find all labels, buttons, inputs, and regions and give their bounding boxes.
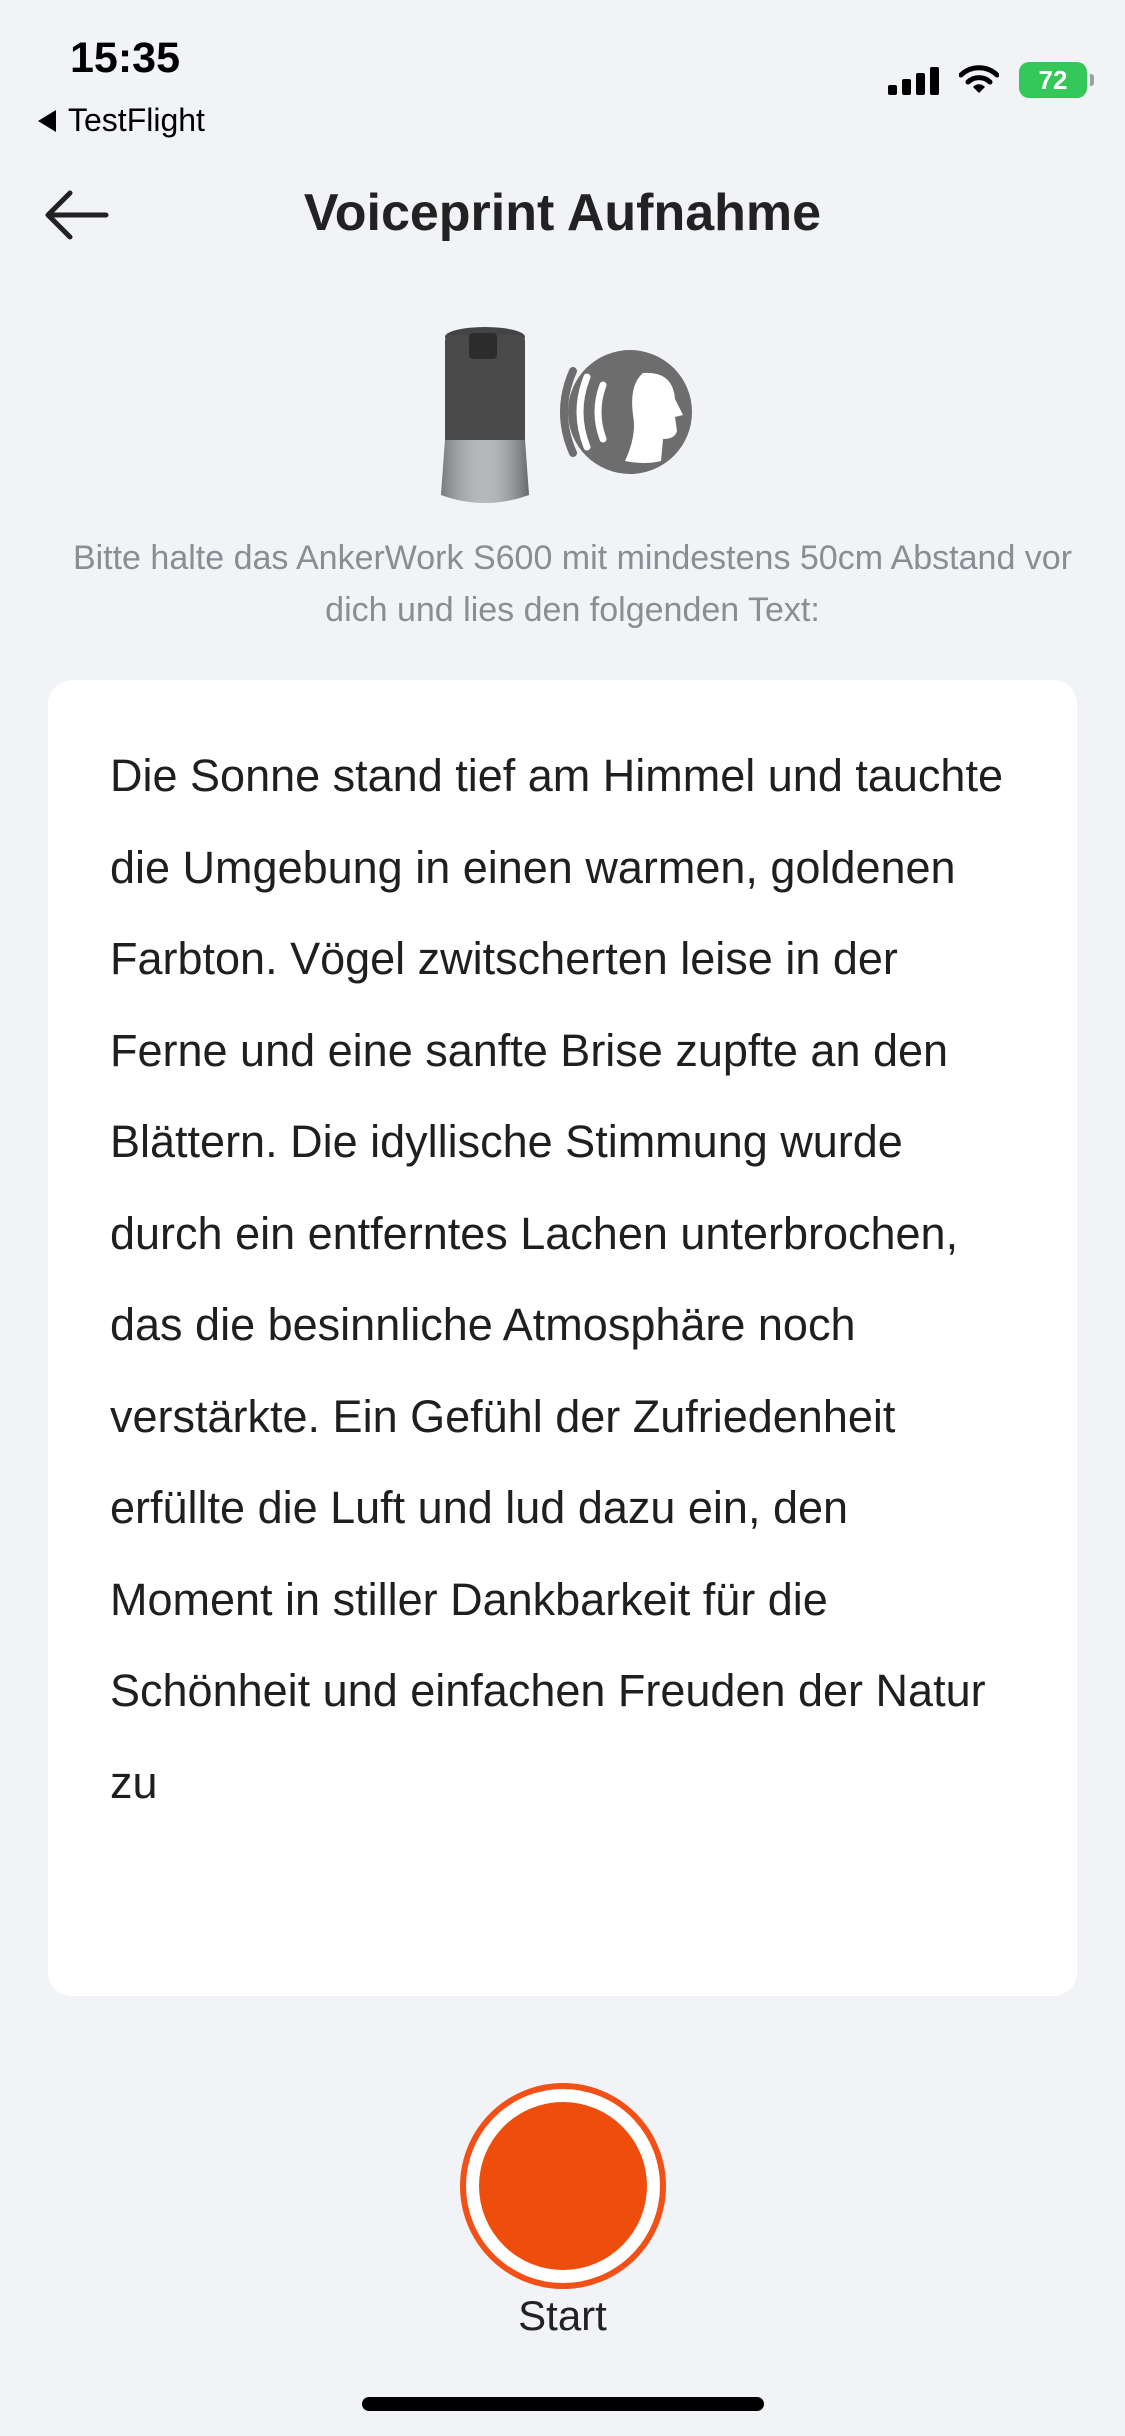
reading-text: Die Sonne stand tief am Himmel und tauch… bbox=[110, 750, 1003, 1808]
home-indicator[interactable] bbox=[362, 2397, 764, 2411]
signal-icon bbox=[888, 65, 939, 95]
voice-speaking-icon bbox=[560, 350, 692, 474]
status-time: 15:35 bbox=[70, 34, 180, 82]
battery-level: 72 bbox=[1038, 64, 1068, 95]
instruction-text: Bitte halte das AnkerWork S600 mit minde… bbox=[72, 539, 1073, 629]
illustration bbox=[425, 315, 715, 515]
scroll-fade bbox=[48, 1886, 1077, 1996]
record-icon bbox=[479, 2102, 647, 2270]
reading-text-card[interactable]: Die Sonne stand tief am Himmel und tauch… bbox=[48, 680, 1077, 1996]
record-start-button[interactable] bbox=[460, 2083, 666, 2289]
speaker-device-icon bbox=[441, 327, 529, 503]
back-app-label: TestFlight bbox=[68, 102, 205, 138]
page-title: Voiceprint Aufnahme bbox=[303, 184, 822, 242]
battery-charging-icon: 72 bbox=[1019, 62, 1094, 98]
back-triangle-icon bbox=[38, 109, 56, 132]
status-icons: 72 bbox=[888, 62, 1094, 98]
wifi-icon bbox=[959, 65, 999, 93]
back-to-app-link[interactable]: TestFlight bbox=[38, 102, 205, 139]
start-label: Start bbox=[518, 2292, 607, 2339]
